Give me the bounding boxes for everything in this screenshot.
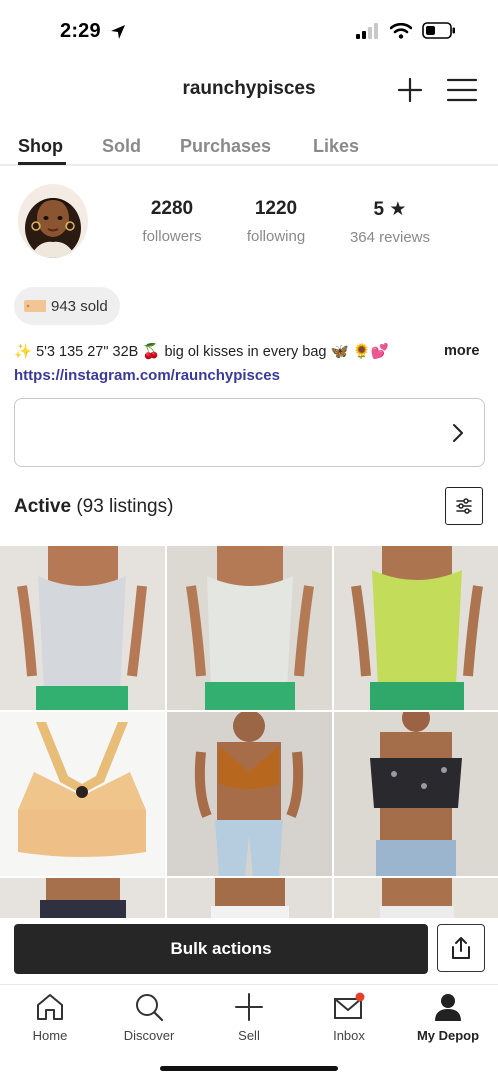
- nav-inbox-label: Inbox: [333, 1028, 365, 1043]
- share-icon: [452, 937, 470, 959]
- location-arrow-icon: [111, 25, 125, 39]
- cellular-signal-icon: [356, 22, 378, 39]
- listing-tile[interactable]: [0, 546, 165, 710]
- battery-icon: [422, 22, 455, 39]
- profile-header: raunchypisces: [0, 64, 498, 116]
- mail-icon: [334, 992, 365, 1019]
- listing-tile[interactable]: [334, 878, 498, 918]
- reviews-stat[interactable]: 5 ★ 364 reviews: [340, 198, 440, 246]
- home-icon: [37, 994, 63, 1020]
- tab-sold[interactable]: Sold: [102, 136, 141, 157]
- bulk-actions-button[interactable]: Bulk actions: [14, 924, 428, 974]
- reviews-label: 364 reviews: [349, 229, 431, 246]
- listing-tile[interactable]: [0, 712, 165, 876]
- listing-tile[interactable]: [334, 546, 498, 710]
- rating-value: 5 ★: [373, 199, 407, 220]
- home-indicator: [160, 1066, 338, 1071]
- status-icons: [356, 22, 456, 39]
- avatar[interactable]: [18, 184, 88, 258]
- nav-my-depop[interactable]: My Depop: [398, 991, 498, 1043]
- tab-purchases[interactable]: Purchases: [180, 136, 271, 157]
- nav-sell[interactable]: Sell: [199, 991, 299, 1043]
- sold-count-badge: 943 sold: [14, 287, 120, 325]
- filter-button[interactable]: [445, 487, 483, 525]
- status-bar: 2:29: [0, 0, 498, 64]
- plus-icon: [235, 993, 263, 1021]
- following-label: following: [246, 228, 306, 245]
- instagram-link[interactable]: https://instagram.com/raunchypisces: [14, 367, 280, 384]
- followers-label: followers: [142, 228, 202, 245]
- listing-tile[interactable]: [167, 878, 332, 918]
- bio-more-link[interactable]: more: [444, 343, 479, 359]
- nav-discover[interactable]: Discover: [99, 991, 199, 1043]
- nav-sell-label: Sell: [238, 1028, 260, 1043]
- tab-likes[interactable]: Likes: [313, 136, 359, 157]
- status-time: 2:29: [60, 20, 101, 42]
- listing-tile[interactable]: [0, 878, 165, 918]
- tab-shop[interactable]: Shop: [18, 136, 63, 157]
- add-listing-plus-icon[interactable]: [396, 76, 424, 104]
- notification-dot: [355, 992, 365, 1002]
- active-listings-heading: Active (93 listings): [14, 496, 173, 518]
- chevron-right-icon: [453, 424, 463, 442]
- hamburger-menu-icon[interactable]: [446, 76, 478, 104]
- active-label: Active: [14, 496, 72, 517]
- wifi-icon: [390, 22, 412, 39]
- nav-home-label: Home: [32, 1028, 68, 1043]
- following-stat[interactable]: 1220 following: [238, 198, 314, 245]
- listing-tile[interactable]: [167, 546, 332, 710]
- following-count: 1220: [254, 198, 298, 219]
- share-button[interactable]: [437, 924, 485, 972]
- profile-link-card[interactable]: [14, 398, 485, 467]
- sliders-icon: [456, 498, 472, 514]
- nav-my-depop-label: My Depop: [416, 1028, 480, 1043]
- followers-stat[interactable]: 2280 followers: [136, 198, 208, 245]
- price-tag-icon: [24, 300, 46, 312]
- nav-inbox[interactable]: Inbox: [299, 991, 399, 1043]
- listing-count: (93 listings): [76, 496, 174, 517]
- followers-count: 2280: [150, 198, 194, 219]
- active-tab-indicator: [18, 162, 66, 165]
- profile-tabs: Shop Sold Purchases Likes: [0, 132, 498, 166]
- nav-home[interactable]: Home: [0, 991, 100, 1043]
- bio-text: ✨ 5'3 135 27" 32B 🍒 big ol kisses in eve…: [14, 344, 389, 360]
- search-icon: [136, 994, 164, 1022]
- listing-tile[interactable]: [334, 712, 498, 876]
- listing-tile[interactable]: [167, 712, 332, 876]
- nav-discover-label: Discover: [123, 1028, 175, 1043]
- person-icon: [435, 994, 461, 1021]
- sold-count-text: 943 sold: [51, 297, 108, 315]
